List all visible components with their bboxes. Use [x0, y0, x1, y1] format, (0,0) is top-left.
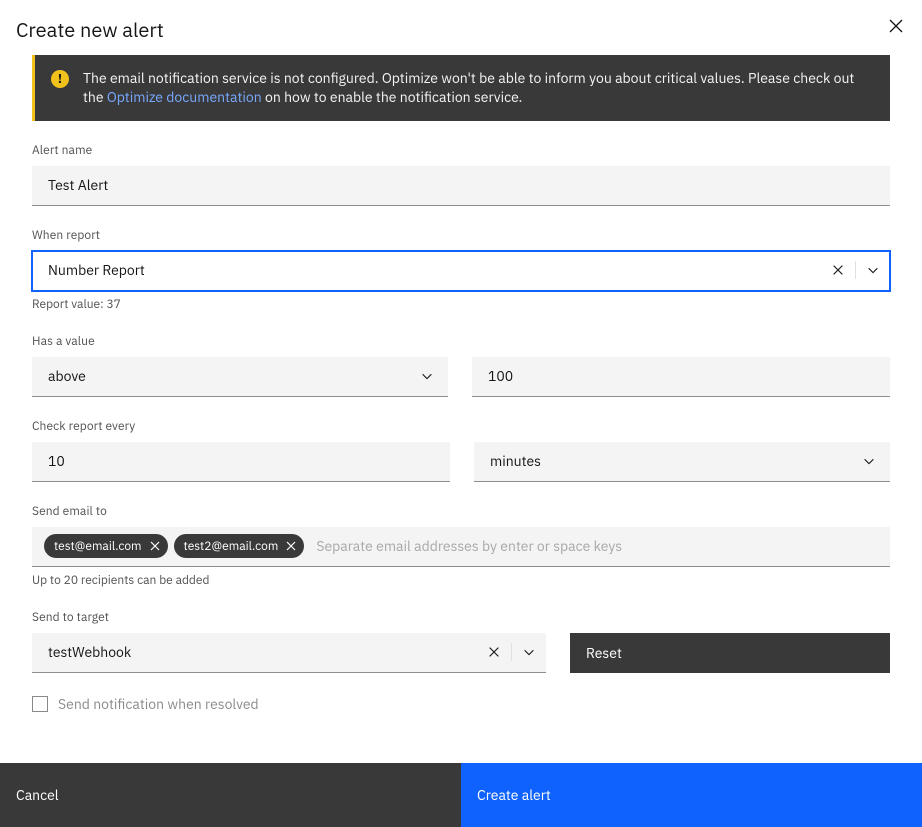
send-email-label: Send email to	[32, 504, 890, 519]
check-every-field: Check report every minutes	[32, 419, 890, 482]
documentation-link[interactable]: Optimize documentation	[107, 88, 262, 106]
report-value-helper: Report value: 37	[32, 297, 890, 312]
modal-title: Create new alert	[16, 16, 164, 43]
alert-name-input[interactable]	[32, 166, 890, 206]
warning-icon: !	[51, 70, 69, 88]
target-clear-button[interactable]	[477, 633, 511, 672]
send-email-field: Send email to test@email.com test2@email…	[32, 504, 890, 588]
close-button[interactable]	[886, 16, 906, 36]
email-pill-text: test2@email.com	[184, 539, 279, 554]
comparator-value: above	[48, 367, 86, 385]
create-alert-button[interactable]: Create alert	[461, 763, 922, 827]
email-pill: test@email.com	[44, 534, 168, 558]
target-value: testWebhook	[48, 643, 477, 661]
close-icon	[487, 645, 501, 659]
when-report-dropdown-button[interactable]	[856, 251, 890, 290]
reset-button[interactable]: Reset	[570, 633, 890, 673]
target-combo[interactable]: testWebhook	[32, 633, 546, 673]
modal-header: Create new alert	[0, 0, 922, 55]
target-dropdown-button[interactable]	[512, 633, 546, 672]
resolved-checkbox-label: Send notification when resolved	[58, 695, 259, 713]
chevron-down-icon	[862, 454, 876, 468]
check-unit-select[interactable]: minutes	[474, 442, 890, 482]
close-icon	[888, 18, 904, 34]
chevron-down-icon	[522, 645, 536, 659]
when-report-label: When report	[32, 228, 890, 243]
resolved-checkbox-row[interactable]: Send notification when resolved	[32, 695, 890, 713]
close-icon	[286, 541, 296, 551]
banner-text-after: on how to enable the notification servic…	[262, 88, 523, 106]
comparator-select[interactable]: above	[32, 357, 448, 397]
when-report-field: When report Number Report Report value: …	[32, 228, 890, 312]
modal-body-scroll[interactable]: ! The email notification service is not …	[0, 55, 922, 763]
email-placeholder: Separate email addresses by enter or spa…	[316, 537, 622, 555]
remove-email-button[interactable]	[284, 539, 298, 553]
chevron-down-icon	[420, 369, 434, 383]
check-every-label: Check report every	[32, 419, 890, 434]
chevron-down-icon	[866, 263, 880, 277]
warning-banner: ! The email notification service is not …	[32, 55, 890, 121]
email-input[interactable]: test@email.com test2@email.com Separate …	[32, 527, 890, 567]
remove-email-button[interactable]	[148, 539, 162, 553]
send-target-label: Send to target	[32, 610, 890, 625]
cancel-button[interactable]: Cancel	[0, 763, 461, 827]
email-pill: test2@email.com	[174, 534, 305, 558]
create-alert-modal: Create new alert ! The email notificatio…	[0, 0, 922, 827]
threshold-input[interactable]	[472, 357, 890, 397]
modal-body: ! The email notification service is not …	[0, 55, 922, 733]
email-pill-text: test@email.com	[54, 539, 142, 554]
when-report-clear-button[interactable]	[821, 251, 855, 290]
when-report-combo[interactable]: Number Report	[32, 251, 890, 291]
has-value-label: Has a value	[32, 334, 890, 349]
resolved-checkbox[interactable]	[32, 696, 48, 712]
close-icon	[150, 541, 160, 551]
close-icon	[831, 263, 845, 277]
alert-name-label: Alert name	[32, 143, 890, 158]
banner-text: The email notification service is not co…	[83, 69, 874, 107]
has-value-field: Has a value above	[32, 334, 890, 397]
modal-footer: Cancel Create alert	[0, 763, 922, 827]
check-amount-input[interactable]	[32, 442, 450, 482]
email-helper: Up to 20 recipients can be added	[32, 573, 890, 588]
send-target-field: Send to target testWebhook	[32, 610, 890, 673]
when-report-value: Number Report	[48, 261, 821, 279]
check-unit-value: minutes	[490, 452, 541, 470]
alert-name-field: Alert name	[32, 143, 890, 206]
